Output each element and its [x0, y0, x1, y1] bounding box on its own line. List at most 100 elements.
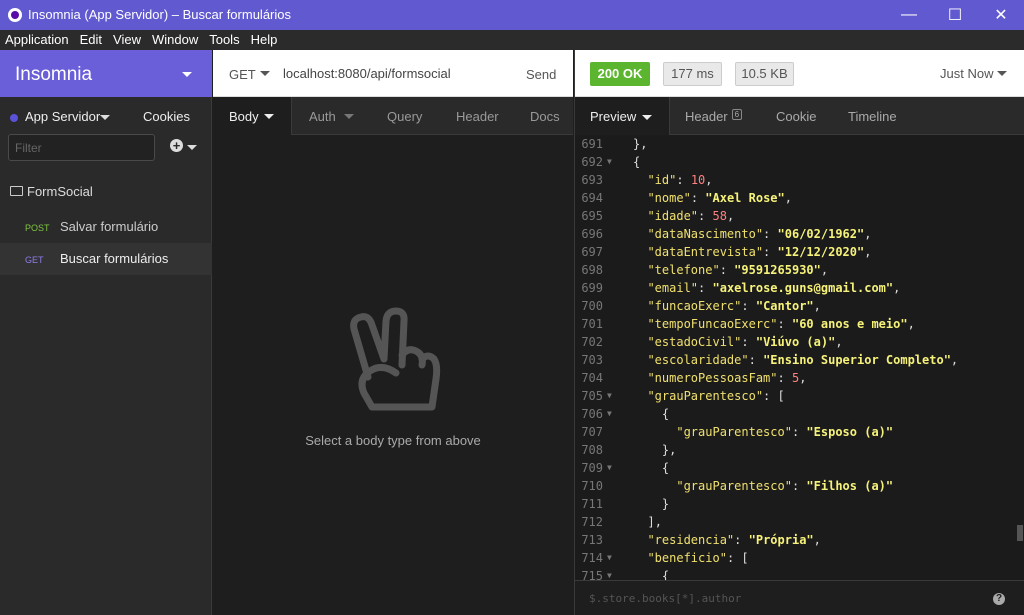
chevron-down-icon[interactable]	[187, 145, 197, 150]
code-line: 703 "escolaridade": "Ensino Superior Com…	[575, 351, 1018, 369]
response-time-badge: 177 ms	[663, 62, 722, 86]
app-menu-header[interactable]: Insomnia	[0, 50, 212, 97]
line-number: 710	[581, 479, 603, 493]
status-badge: 200 OK	[590, 62, 650, 86]
history-dropdown[interactable]: Just Now	[940, 66, 993, 81]
minimize-button[interactable]: —	[886, 0, 932, 30]
url-input[interactable]: localhost:8080/api/formsocial	[283, 66, 451, 81]
folder-formsocial[interactable]: FormSocial	[27, 184, 93, 199]
code-line: 712 ],	[575, 513, 1018, 531]
method-badge: POST	[25, 223, 50, 233]
scrollbar-track[interactable]	[1018, 135, 1024, 580]
code-line: 707 "grauParentesco": "Esposo (a)"	[575, 423, 1018, 441]
code-text: "id": 10,	[647, 173, 713, 187]
tab-response-header[interactable]: Header 6	[685, 109, 743, 124]
code-text: },	[633, 137, 648, 151]
code-line: 710 "grauParentesco": "Filhos (a)"	[575, 477, 1018, 495]
scrollbar-thumb[interactable]	[1017, 525, 1023, 541]
line-number: 702	[581, 335, 603, 349]
code-line: 715 ▼ {	[575, 567, 1018, 580]
fold-toggle-icon[interactable]: ▼	[607, 459, 612, 477]
response-filter-input[interactable]: $.store.books[*].author	[589, 592, 741, 605]
close-button[interactable]: ✕	[978, 0, 1024, 30]
tab-timeline[interactable]: Timeline	[848, 109, 897, 124]
line-number: 700	[581, 299, 603, 313]
fold-toggle-icon[interactable]: ▼	[607, 549, 612, 567]
code-line: 694 "nome": "Axel Rose",	[575, 189, 1018, 207]
response-status-bar: 200 OK 177 ms 10.5 KB Just Now	[575, 50, 1024, 97]
line-number: 705	[581, 389, 603, 403]
code-text: "escolaridade": "Ensino Superior Complet…	[647, 353, 959, 367]
response-size-badge: 10.5 KB	[735, 62, 794, 86]
code-text: "grauParentesco": [	[647, 389, 785, 403]
menu-help[interactable]: Help	[246, 30, 284, 50]
code-line: 704 "numeroPessoasFam": 5,	[575, 369, 1018, 387]
send-button[interactable]: Send	[526, 67, 556, 82]
line-number: 703	[581, 353, 603, 367]
menu-tools[interactable]: Tools	[204, 30, 245, 50]
line-number: 693	[581, 173, 603, 187]
code-text: {	[661, 461, 670, 475]
menu-application[interactable]: Application	[0, 30, 75, 50]
response-filter-bar: $.store.books[*].author ?	[575, 580, 1024, 615]
app-name: Insomnia	[15, 64, 93, 85]
maximize-button[interactable]: ☐	[932, 0, 978, 30]
workspace-selector[interactable]: App Servidor	[25, 109, 100, 124]
code-text: "dataEntrevista": "12/12/2020",	[647, 245, 872, 259]
line-number: 691	[581, 137, 603, 151]
add-plus-icon[interactable]: +	[170, 139, 183, 152]
code-line: 708 },	[575, 441, 1018, 459]
insomnia-logo-icon	[8, 8, 22, 22]
menu-view[interactable]: View	[108, 30, 147, 50]
code-text: {	[661, 407, 670, 421]
fold-toggle-icon[interactable]: ▼	[607, 405, 612, 423]
chevron-down-icon[interactable]	[100, 115, 110, 120]
code-text: "estadoCivil": "Viúvo (a)",	[647, 335, 843, 349]
tab-docs[interactable]: Docs	[530, 109, 560, 124]
method-select[interactable]: GET	[229, 67, 256, 82]
code-line: 691},	[575, 135, 1018, 153]
chevron-down-icon[interactable]	[260, 71, 270, 76]
tab-header[interactable]: Header	[456, 109, 499, 124]
chevron-down-icon	[182, 72, 192, 77]
chevron-down-icon[interactable]	[344, 114, 354, 119]
workspace-row: App Servidor Cookies	[0, 97, 212, 137]
code-text: ],	[647, 515, 662, 529]
chevron-down-icon	[264, 114, 274, 119]
folder-icon	[10, 186, 23, 196]
fold-toggle-icon[interactable]: ▼	[607, 153, 612, 171]
filter-input[interactable]: Filter	[8, 134, 155, 161]
line-number: 706	[581, 407, 603, 421]
tab-preview[interactable]: Preview	[575, 97, 670, 135]
tab-query[interactable]: Query	[387, 109, 422, 124]
help-icon[interactable]: ?	[993, 593, 1005, 605]
code-text: }	[661, 497, 670, 511]
menu-window[interactable]: Window	[147, 30, 204, 50]
tab-cookie[interactable]: Cookie	[776, 109, 816, 124]
code-text: {	[633, 155, 641, 169]
fold-toggle-icon[interactable]: ▼	[607, 387, 612, 405]
cookies-button[interactable]: Cookies	[143, 109, 190, 124]
menu-edit[interactable]: Edit	[75, 30, 108, 50]
json-preview[interactable]: 691}, 692 ▼{693 "id": 10, 694 "nome": "Axel…	[575, 135, 1018, 580]
line-number: 713	[581, 533, 603, 547]
code-text: "nome": "Axel Rose",	[647, 191, 792, 205]
code-line: 695 "idade": 58,	[575, 207, 1018, 225]
sidebar: Insomnia App Servidor Cookies Filter + F…	[0, 50, 212, 615]
tab-auth[interactable]: Auth	[309, 109, 336, 124]
workspace-dot-icon	[10, 114, 18, 122]
chevron-down-icon[interactable]	[997, 71, 1007, 76]
code-text: "beneficio": [	[647, 551, 749, 565]
fold-toggle-icon[interactable]: ▼	[607, 567, 612, 580]
request-item-buscar[interactable]: GET Buscar formulários	[0, 243, 212, 275]
line-number: 708	[581, 443, 603, 457]
method-badge: GET	[25, 255, 44, 265]
code-line: 693 "id": 10,	[575, 171, 1018, 189]
request-item-salvar[interactable]: POST Salvar formulário	[0, 211, 212, 243]
code-line: 697 "dataEntrevista": "12/12/2020",	[575, 243, 1018, 261]
line-number: 696	[581, 227, 603, 241]
tab-body[interactable]: Body	[213, 97, 292, 135]
line-number: 711	[581, 497, 603, 511]
request-name: Buscar formulários	[60, 251, 169, 266]
code-text: },	[661, 443, 677, 457]
